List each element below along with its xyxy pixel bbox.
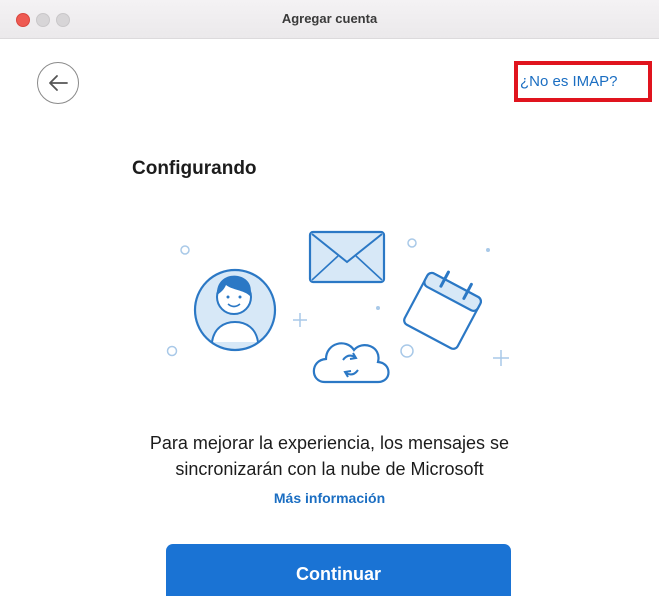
continue-button-label: Continuar <box>296 564 381 584</box>
decor-dot <box>376 306 380 310</box>
envelope-icon <box>308 230 386 284</box>
decor-plus <box>293 313 307 327</box>
more-info-link[interactable]: Más información <box>0 490 659 506</box>
back-button[interactable] <box>37 62 79 104</box>
decor-dot <box>400 344 414 358</box>
window-title: Agregar cuenta <box>281 11 378 26</box>
decor-plus <box>493 350 509 366</box>
cloud-sync-icon <box>312 342 390 384</box>
sync-illustration <box>166 230 509 384</box>
calendar-icon <box>403 270 482 350</box>
not-imap-link[interactable]: ¿No es IMAP? <box>520 73 618 90</box>
add-account-window: Agregar cuenta ¿No es IMAP? Configurando <box>0 0 659 596</box>
decor-dot <box>180 245 190 255</box>
page-title: Configurando <box>132 158 257 179</box>
title-bar: Agregar cuenta <box>0 0 659 39</box>
arrow-left-icon <box>49 75 68 91</box>
decor-dot <box>486 248 490 252</box>
avatar-icon <box>193 268 277 352</box>
sync-message-line-2: sincronizarán con la nube de Microsoft <box>175 459 484 479</box>
sync-message-line-1: Para mejorar la experiencia, los mensaje… <box>149 433 510 453</box>
continue-button[interactable]: Continuar <box>166 544 511 596</box>
sync-message: Para mejorar la experiencia, los mensaje… <box>0 430 659 482</box>
decor-dot <box>166 345 178 357</box>
decor-dot <box>407 238 417 248</box>
